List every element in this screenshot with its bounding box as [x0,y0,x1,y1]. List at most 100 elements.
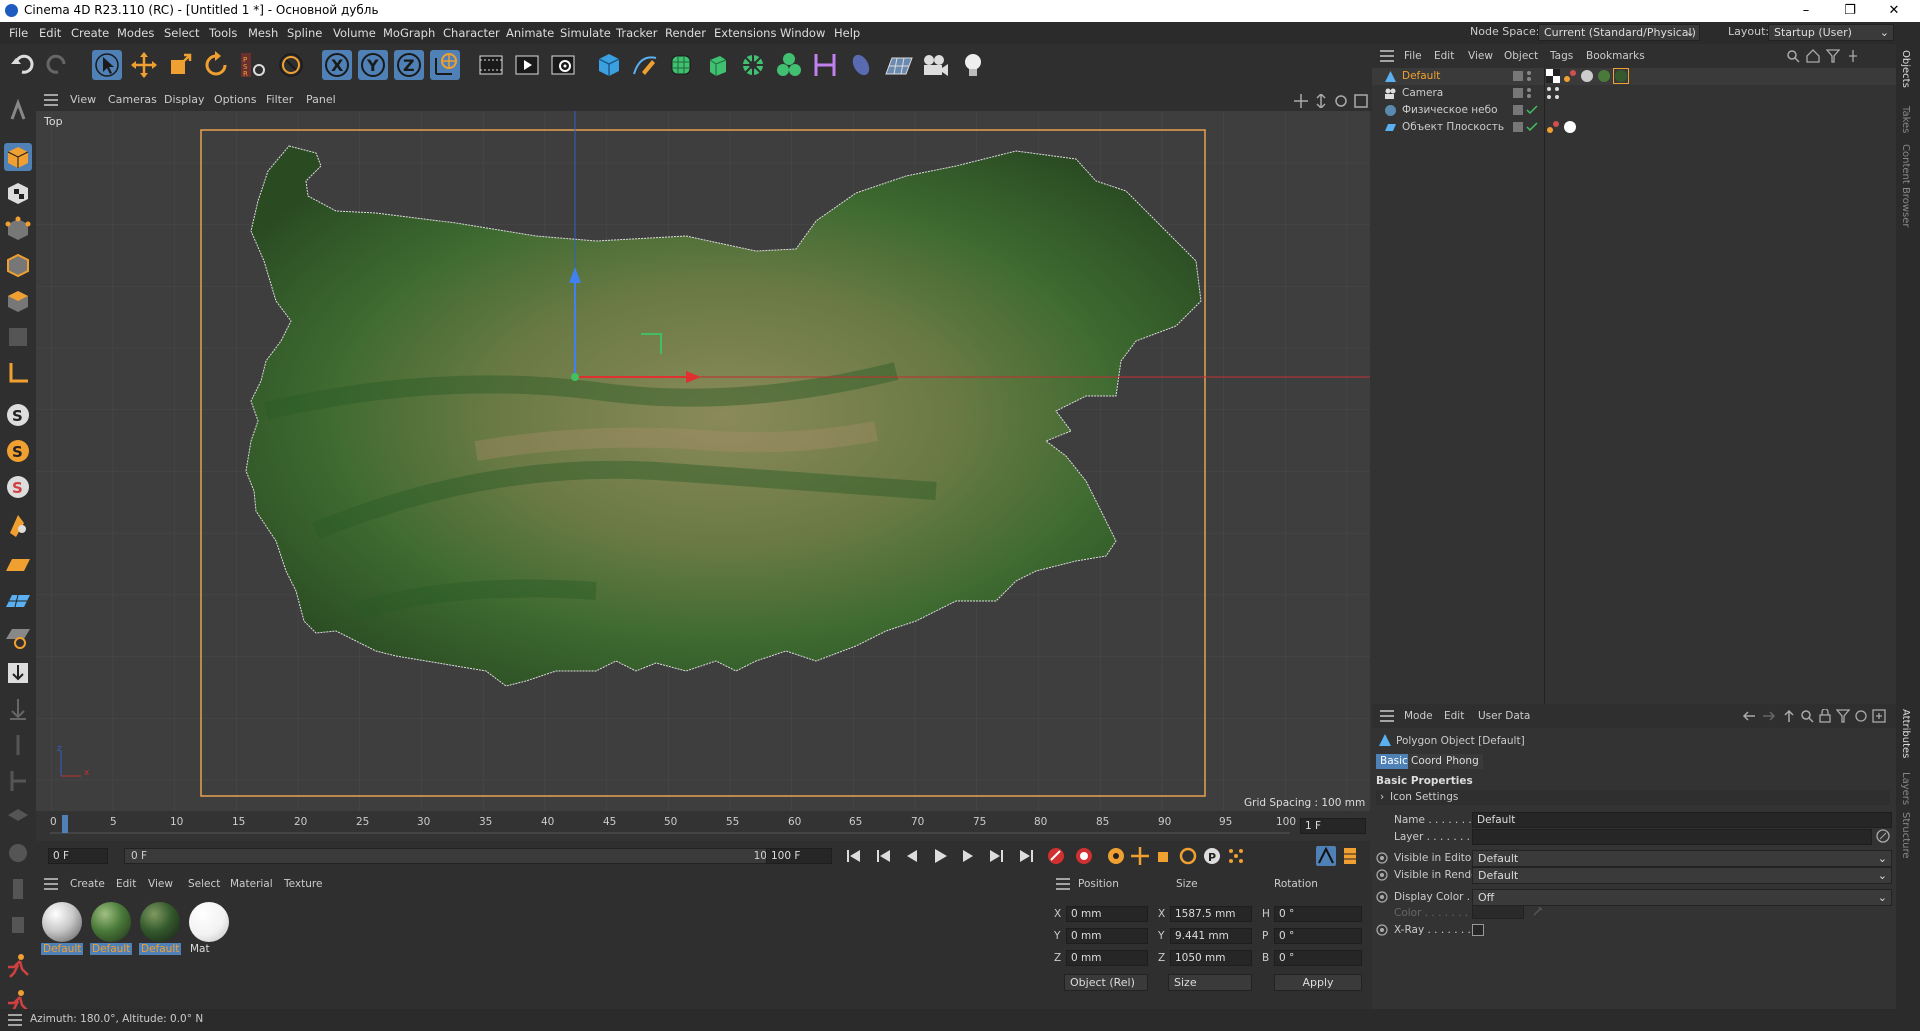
size-x-field[interactable]: 1587.5 mm [1170,906,1252,922]
menu-modes[interactable]: Modes [117,26,154,40]
rotate-icon[interactable] [201,50,231,80]
edges-mode-icon[interactable] [4,251,32,279]
material-menu-material[interactable]: Material [230,878,273,890]
end-frame-field[interactable]: 100 F [766,848,832,864]
forward-arrow-icon[interactable] [1762,709,1776,723]
menu-edit[interactable]: Edit [39,26,61,40]
menu-render[interactable]: Render [665,26,706,40]
material-tag-selected-icon[interactable] [1613,68,1629,84]
menu-simulate[interactable]: Simulate [560,26,611,40]
side-tab-objects[interactable]: Objects [1900,50,1911,88]
layer-field[interactable] [1472,829,1872,845]
side-tab-structure[interactable]: Structure [1900,812,1911,859]
material-swatch[interactable]: Default [139,901,181,955]
phong-tag-icon[interactable] [1563,69,1577,83]
go-to-start-icon[interactable] [844,847,864,865]
grid-workplane-icon[interactable] [4,587,32,615]
environment-icon[interactable] [846,50,876,80]
viewport-menu-display[interactable]: Display [164,93,205,106]
side-tab-layers[interactable]: Layers [1900,772,1911,805]
visibility-dots-icon[interactable] [1526,87,1532,99]
new-panel-icon[interactable] [1872,709,1886,723]
edit-render-icon[interactable] [4,911,32,939]
recent-tools-icon[interactable]: PSR [238,50,268,80]
pan-view-icon[interactable] [1294,94,1308,108]
material-menu-view[interactable]: View [148,878,173,890]
visible-in-editor-dropdown[interactable]: Default ⌄ [1472,850,1892,867]
go-to-end-icon[interactable] [1016,847,1036,865]
select-cursor-icon[interactable] [92,50,122,80]
visible-in-renderer-dropdown[interactable]: Default ⌄ [1472,867,1892,884]
attribute-menu-user-data[interactable]: User Data [1478,710,1530,722]
settings-circle-icon[interactable] [1854,709,1868,723]
material-tag-icon[interactable] [1597,69,1611,83]
position-y-field[interactable]: 0 mm [1066,928,1148,944]
render-settings-icon[interactable] [548,50,578,80]
up-arrow-icon[interactable] [1782,709,1796,723]
keyframe-selection-icon[interactable] [1106,846,1126,866]
material-swatch[interactable]: Default [41,901,83,955]
scale-lock-icon[interactable] [4,875,32,903]
layer-icon[interactable] [4,803,32,831]
side-tab-takes[interactable]: Takes [1900,106,1911,133]
animate-param-icon[interactable] [1376,891,1388,903]
hamburger-menu-icon[interactable] [1380,710,1394,722]
position-x-field[interactable]: 0 mm [1066,906,1148,922]
next-frame-icon[interactable] [958,847,978,865]
align-icon[interactable] [4,767,32,795]
tweak-icon[interactable] [4,511,32,539]
previous-frame-icon[interactable] [902,847,922,865]
x-axis-lock-icon[interactable]: X [322,50,352,80]
cube-icon[interactable] [594,50,624,80]
material-menu-edit[interactable]: Edit [116,878,136,890]
hamburger-menu-icon[interactable] [8,1014,22,1026]
xray-checkbox[interactable] [1472,924,1484,936]
material-swatch[interactable]: Default [90,901,132,955]
play-icon[interactable] [930,847,950,865]
pin-icon[interactable] [1846,49,1860,63]
menu-spline[interactable]: Spline [287,26,322,40]
viewport-menu-panel[interactable]: Panel [306,93,336,106]
material-tag-icon[interactable] [1580,69,1594,83]
display-color-dropdown[interactable]: Off ⌄ [1472,889,1892,906]
material-swatch[interactable]: Mat [188,901,230,955]
filter-icon[interactable] [1826,49,1840,63]
edit-check-icon[interactable] [1512,87,1524,99]
visibility-dots-icon[interactable] [1526,70,1532,82]
cloner-icon[interactable] [738,50,768,80]
key-parameter-icon[interactable]: P [1202,846,1222,866]
coordinate-mode-dropdown[interactable]: Object (Rel) [1064,974,1148,991]
extrude-icon[interactable] [702,50,732,80]
material-menu-create[interactable]: Create [70,878,105,890]
hamburger-menu-icon[interactable] [1056,878,1070,890]
object-menu-object[interactable]: Object [1504,50,1538,62]
key-rotation-icon[interactable] [1178,846,1198,866]
minimize-button[interactable]: – [1786,1,1826,21]
edit-check-icon[interactable] [1512,104,1524,116]
object-row[interactable]: Физическое небо [1372,102,1896,119]
uv-mode-icon[interactable] [4,323,32,351]
edit-check-icon[interactable] [1512,70,1524,82]
node-space-dropdown[interactable]: Current (Standard/Physical) ⌄ [1538,24,1700,41]
menu-character[interactable]: Character [443,26,500,40]
menu-select[interactable]: Select [164,26,199,40]
camera-icon[interactable] [920,50,950,80]
render-view-icon[interactable] [476,50,506,80]
next-key-icon[interactable] [986,847,1006,865]
frame-range-slider[interactable]: 0 F 100 F [124,848,792,864]
light-icon[interactable] [958,50,988,80]
key-position-icon[interactable] [1130,846,1150,866]
object-row[interactable]: Объект Плоскость [1372,119,1896,136]
object-menu-bookmarks[interactable]: Bookmarks [1586,50,1645,62]
texture-mode-icon[interactable] [4,179,32,207]
name-field[interactable]: Default [1472,812,1892,828]
menu-create[interactable]: Create [71,26,109,40]
points-mode-icon[interactable] [4,215,32,243]
zoom-view-icon[interactable] [1314,94,1328,108]
y-axis-lock-icon[interactable]: Y [358,50,388,80]
timeline-mode-icon[interactable] [1316,846,1336,866]
rotate-view-icon[interactable] [1334,94,1348,108]
rotation-h-field[interactable]: 0 ° [1274,906,1362,922]
icon-settings-group[interactable]: › Icon Settings [1376,790,1890,805]
menu-extensions[interactable]: Extensions [714,26,776,40]
